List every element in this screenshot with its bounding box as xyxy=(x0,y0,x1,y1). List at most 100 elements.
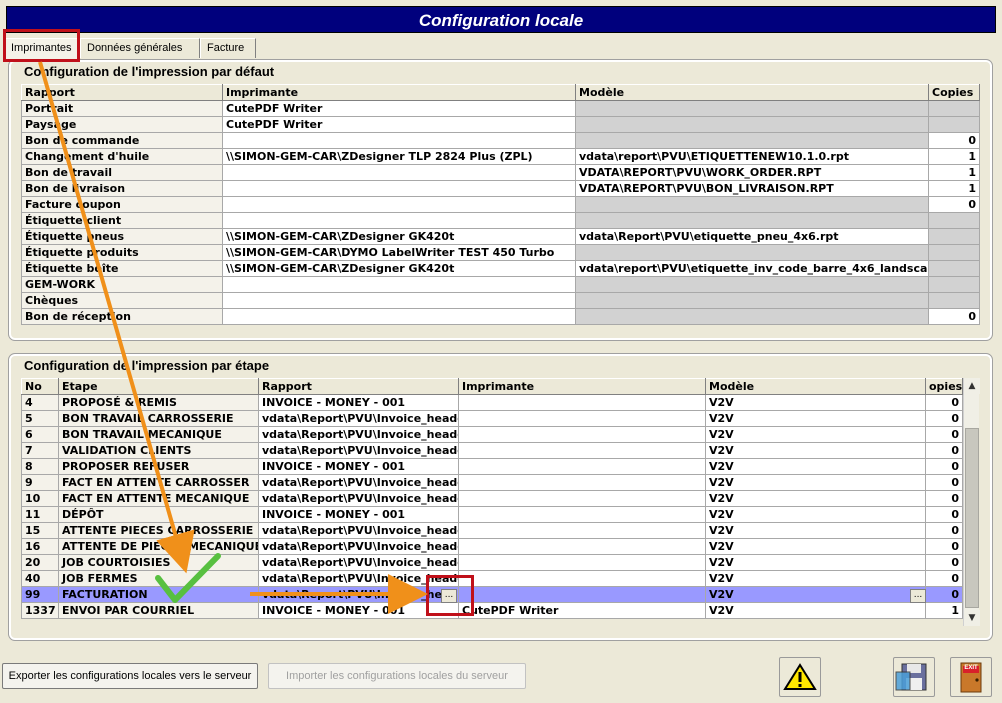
copies-cell[interactable]: 0 xyxy=(925,426,963,443)
imprimante-cell[interactable] xyxy=(458,442,706,459)
copies-cell[interactable]: 0 xyxy=(928,308,980,325)
modele-cell[interactable] xyxy=(575,276,929,293)
table-row[interactable]: Facture coupon 0 xyxy=(21,196,980,213)
etape-cell[interactable]: FACTURATION xyxy=(58,586,259,603)
rapport-cell[interactable]: INVOICE - MONEY - 001 xyxy=(258,458,459,475)
rapport-cell[interactable]: vdata\Report\PVU\Invoice_heade xyxy=(258,554,459,571)
etape-cell[interactable]: PROPOSÉ & REMIS xyxy=(58,394,259,411)
copies-cell[interactable]: 0 xyxy=(925,458,963,475)
copies-cell[interactable]: 0 xyxy=(925,522,963,539)
copies-cell[interactable] xyxy=(928,260,980,277)
table-row[interactable]: 7 VALIDATION CLIENTS vdata\Report\PVU\Invo… xyxy=(21,442,963,459)
imprimante-cell[interactable] xyxy=(222,292,576,309)
rapport-cell[interactable]: GEM-WORK xyxy=(21,276,223,293)
col-etape[interactable]: Etape xyxy=(58,378,259,395)
imprimante-cell[interactable]: \\SIMON-GEM-CAR\ZDesigner GK420t xyxy=(222,228,576,245)
rapport-cell[interactable]: Étiquette produits xyxy=(21,244,223,261)
table-row[interactable]: 6 BON TRAVAIL MECANIQUE vdata\Report\PVU\I… xyxy=(21,426,963,443)
no-cell[interactable]: 20 xyxy=(21,554,59,571)
modele-cell[interactable] xyxy=(575,116,929,133)
modele-cell[interactable]: V2V xyxy=(705,394,926,411)
no-cell[interactable]: 11 xyxy=(21,506,59,523)
etape-cell[interactable]: VALIDATION CLIENTS xyxy=(58,442,259,459)
table-row[interactable]: Chèques xyxy=(21,292,980,309)
table-row[interactable]: 40 JOB FERMES vdata\Report\PVU\Invoice_hea… xyxy=(21,570,963,587)
imprimante-cell[interactable] xyxy=(458,426,706,443)
rapport-cell[interactable]: vdata\Report\PVU\Invoice_heade xyxy=(258,538,459,555)
modele-cell[interactable]: VDATA\REPORT\PVU\BON_LIVRAISON.RPT xyxy=(575,180,929,197)
col-no[interactable]: No xyxy=(21,378,59,395)
modele-cell[interactable] xyxy=(575,244,929,261)
modele-cell[interactable]: vdata\report\PVU\ETIQUETTENEW10.1.0.rpt xyxy=(575,148,929,165)
etape-cell[interactable]: PROPOSER REFUSER xyxy=(58,458,259,475)
rapport-cell[interactable]: Paysage xyxy=(21,116,223,133)
table-row[interactable]: Bon de travail VDATA\REPORT\PVU\WORK_ORDE… xyxy=(21,164,980,181)
imprimante-cell[interactable]: CutePDF Writer xyxy=(458,602,706,619)
imprimante-cell[interactable] xyxy=(458,522,706,539)
copies-cell[interactable] xyxy=(928,292,980,309)
copies-cell[interactable]: 0 xyxy=(928,196,980,213)
copies-cell[interactable]: 0 xyxy=(928,132,980,149)
modele-cell[interactable] xyxy=(575,308,929,325)
imprimante-cell[interactable] xyxy=(458,570,706,587)
step-table-scrollbar[interactable]: ▲ ▼ xyxy=(963,378,980,626)
imprimante-cell[interactable] xyxy=(222,308,576,325)
copies-cell[interactable]: 1 xyxy=(928,164,980,181)
no-cell[interactable]: 15 xyxy=(21,522,59,539)
modele-cell[interactable] xyxy=(575,212,929,229)
table-row[interactable]: 11 DÉPÔT INVOICE - MONEY - 001 V2V 0 xyxy=(21,506,963,523)
table-row[interactable]: 5 BON TRAVAIL CARROSSERIE vdata\Report\PVU… xyxy=(21,410,963,427)
rapport-cell[interactable]: Étiquette client xyxy=(21,212,223,229)
modele-cell[interactable]: V2V xyxy=(705,602,926,619)
copies-cell[interactable]: 0 xyxy=(925,474,963,491)
modele-cell[interactable]: V2V xyxy=(705,586,926,603)
modele-cell[interactable] xyxy=(575,196,929,213)
no-cell[interactable]: 40 xyxy=(21,570,59,587)
imprimante-cell[interactable] xyxy=(458,394,706,411)
rapport-cell[interactable]: Facture coupon xyxy=(21,196,223,213)
modele-cell[interactable] xyxy=(575,132,929,149)
table-row[interactable]: 20 JOB COURTOISIES vdata\Report\PVU\Invoic… xyxy=(21,554,963,571)
modele-cell[interactable]: V2V xyxy=(705,538,926,555)
modele-cell[interactable]: V2V xyxy=(705,410,926,427)
imprimante-cell[interactable] xyxy=(222,276,576,293)
copies-cell[interactable]: 0 xyxy=(925,394,963,411)
etape-cell[interactable]: BON TRAVAIL MECANIQUE xyxy=(58,426,259,443)
rapport-cell[interactable]: vdata\Report\PVU\Invoice_heade xyxy=(258,442,459,459)
copies-cell[interactable]: 0 xyxy=(925,506,963,523)
rapport-cell[interactable]: vdata\Report\PVU\Invoice_heade xyxy=(258,490,459,507)
etape-cell[interactable]: BON TRAVAIL CARROSSERIE xyxy=(58,410,259,427)
modele-cell[interactable]: V2V xyxy=(705,490,926,507)
tab-facture[interactable]: Facture xyxy=(200,38,256,58)
etape-cell[interactable]: ENVOI PAR COURRIEL xyxy=(58,602,259,619)
etape-cell[interactable]: ATTENTE PIECES CARROSSERIE xyxy=(58,522,259,539)
imprimante-cell[interactable] xyxy=(458,490,706,507)
imprimante-cell[interactable] xyxy=(222,212,576,229)
rapport-cell[interactable]: vdata\Report\PVU\Invoice_heade xyxy=(258,410,459,427)
imprimante-cell[interactable]: \\SIMON-GEM-CAR\ZDesigner TLP 2824 Plus … xyxy=(222,148,576,165)
copies-cell[interactable]: 1 xyxy=(928,180,980,197)
rapport-cell[interactable]: Bon de commande xyxy=(21,132,223,149)
no-cell[interactable]: 1337 xyxy=(21,602,59,619)
copies-cell[interactable] xyxy=(928,244,980,261)
col-copies[interactable]: opies xyxy=(925,378,963,395)
etape-cell[interactable]: ATTENTE DE PIECES MECANIQUE xyxy=(58,538,259,555)
no-cell[interactable]: 5 xyxy=(21,410,59,427)
copies-cell[interactable]: 0 xyxy=(925,538,963,555)
imprimante-cell[interactable]: CutePDF Writer xyxy=(222,116,576,133)
table-row[interactable]: Bon de livraison VDATA\REPORT\PVU\BON_LIV… xyxy=(21,180,980,197)
imprimante-cell[interactable]: CutePDF Writer xyxy=(222,100,576,117)
imprimante-cell[interactable]: \\SIMON-GEM-CAR\ZDesigner GK420t xyxy=(222,260,576,277)
copies-cell[interactable] xyxy=(928,100,980,117)
table-row[interactable]: 9 FACT EN ATTENTE CARROSSER vdata\Report\P… xyxy=(21,474,963,491)
copies-cell[interactable]: 0 xyxy=(925,554,963,571)
etape-cell[interactable]: JOB FERMES xyxy=(58,570,259,587)
rapport-cell[interactable]: Bon de livraison xyxy=(21,180,223,197)
rapport-cell[interactable]: Bon de réception xyxy=(21,308,223,325)
table-row[interactable]: 15 ATTENTE PIECES CARROSSERIE vdata\Report… xyxy=(21,522,963,539)
copies-cell[interactable]: 1 xyxy=(925,602,963,619)
modele-cell[interactable]: V2V xyxy=(705,458,926,475)
imprimante-cell[interactable] xyxy=(458,554,706,571)
etape-cell[interactable]: JOB COURTOISIES xyxy=(58,554,259,571)
etape-cell[interactable]: FACT EN ATTENTE CARROSSER xyxy=(58,474,259,491)
